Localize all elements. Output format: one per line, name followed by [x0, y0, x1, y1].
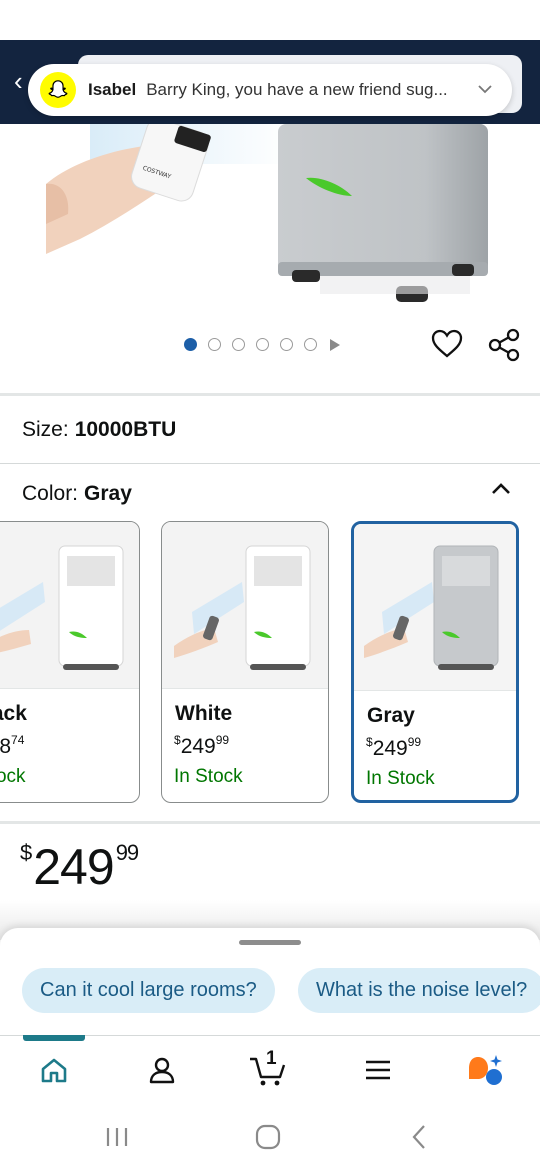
chevron-down-icon[interactable] [476, 82, 494, 96]
share-icon[interactable] [486, 328, 522, 362]
notification-message: Barry King, you have a new friend sug... [146, 80, 448, 99]
snapchat-ghost-icon [40, 72, 76, 108]
section-divider [0, 393, 540, 396]
notification-sender: Isabel [88, 80, 137, 99]
video-play-icon[interactable] [330, 338, 340, 351]
air-conditioner-photo: COSTWAY [46, 124, 488, 302]
color-option-name: lack [0, 702, 27, 725]
notification-banner[interactable]: Isabel Barry King, you have a new friend… [28, 64, 512, 116]
color-option-stock: In Stock [366, 768, 435, 789]
sheet-drag-handle[interactable] [239, 940, 301, 945]
section-divider [0, 463, 540, 464]
color-value: Gray [84, 482, 132, 505]
color-option-image [0, 522, 139, 689]
color-option-price: 24874 [0, 733, 25, 758]
chevron-up-icon[interactable] [490, 480, 512, 496]
color-option-stock: In Stock [174, 766, 243, 787]
cart-count-badge: 1 [266, 1048, 277, 1069]
tab-account[interactable] [142, 1050, 182, 1090]
color-row[interactable]: Color: Gray [22, 482, 132, 506]
product-price: $24999 [20, 839, 139, 895]
color-option-name: White [175, 702, 233, 725]
status-bar [0, 0, 540, 40]
heart-icon[interactable] [430, 328, 464, 360]
carousel-dot[interactable] [184, 338, 197, 351]
color-option-white[interactable]: White $24999 In Stock [161, 521, 329, 803]
color-option-image [162, 522, 328, 689]
recent-apps-icon[interactable] [104, 1122, 130, 1152]
carousel-dot[interactable] [304, 338, 317, 351]
color-option-name: Gray [367, 704, 415, 727]
image-carousel-indicator[interactable] [184, 338, 340, 351]
color-option-price: $24999 [174, 733, 230, 758]
product-image[interactable]: COSTWAY [0, 124, 540, 314]
carousel-dot[interactable] [232, 338, 245, 351]
rufus-ai-icon [469, 1055, 502, 1085]
system-back-icon[interactable] [406, 1122, 432, 1152]
tab-menu[interactable] [358, 1050, 398, 1090]
color-option-black[interactable]: lack 24874 Stock [0, 521, 140, 803]
home-icon [41, 1058, 67, 1083]
home-button-icon[interactable] [254, 1122, 282, 1152]
size-value: 10000BTU [74, 418, 177, 441]
color-label: Color: [22, 482, 79, 505]
carousel-dot[interactable] [256, 338, 269, 351]
account-icon [149, 1057, 175, 1084]
tab-cart[interactable]: 1 [248, 1048, 288, 1090]
suggestion-chip[interactable]: What is the noise level? [298, 968, 540, 1013]
menu-icon [366, 1060, 390, 1080]
tab-rufus[interactable] [466, 1050, 506, 1090]
color-option-price: $24999 [366, 735, 422, 760]
size-label: Size: [22, 418, 69, 441]
carousel-dot[interactable] [208, 338, 221, 351]
back-arrow-icon[interactable]: ‹ [14, 68, 23, 94]
color-option-stock: Stock [0, 766, 26, 787]
color-option-gray[interactable]: Gray $24999 In Stock [351, 521, 519, 803]
carousel-dot[interactable] [280, 338, 293, 351]
product-page: ‹ Isabel Barry King, you have a new frie… [0, 0, 540, 1170]
tab-home[interactable] [34, 1050, 74, 1090]
section-divider [0, 821, 540, 824]
color-option-image [354, 524, 516, 691]
suggestion-chip[interactable]: Can it cool large rooms? [22, 968, 275, 1013]
active-tab-indicator [23, 1035, 85, 1041]
size-row[interactable]: Size: 10000BTU [22, 418, 176, 442]
